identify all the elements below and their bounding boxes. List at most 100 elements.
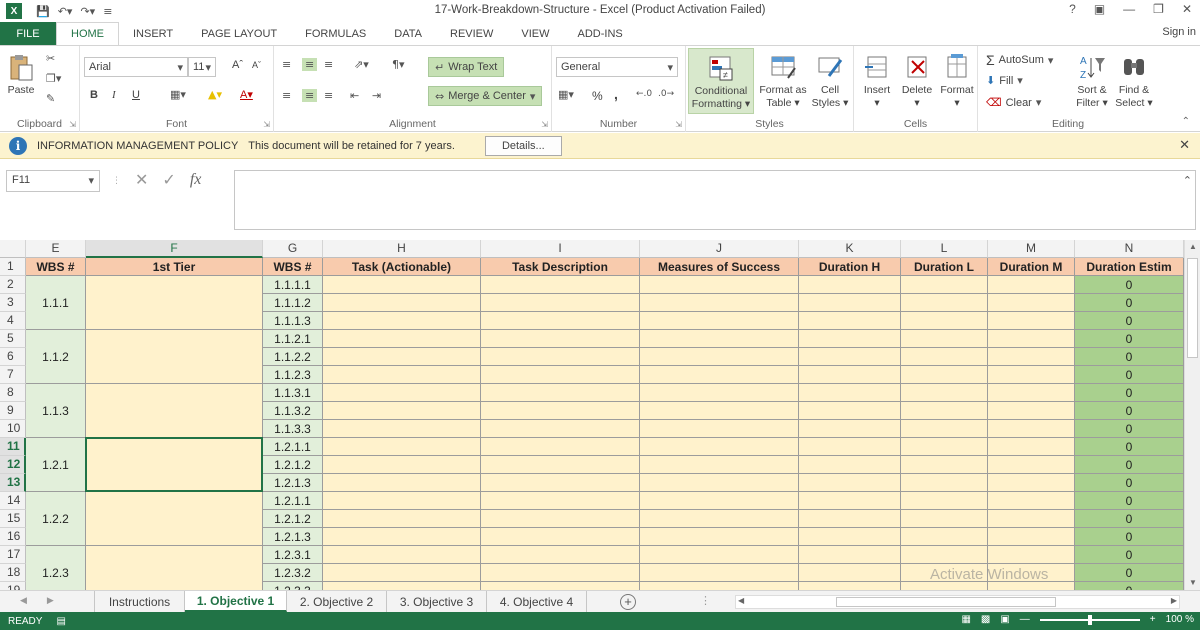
row-header[interactable]: 14 [0,492,26,510]
comma-style-button[interactable]: , [614,86,618,102]
task-cell[interactable] [799,384,901,402]
task-cell[interactable] [481,474,640,492]
task-cell[interactable] [640,456,799,474]
column-header-k[interactable]: K [799,240,901,258]
task-cell[interactable] [640,348,799,366]
row-header[interactable]: 2 [0,276,26,294]
details-button[interactable]: Details... [484,135,562,156]
accounting-format-icon[interactable]: ▦▾ [558,88,574,101]
align-top-icon[interactable]: ≡ [282,58,291,71]
row-header[interactable]: 6 [0,348,26,366]
ribbon-display-icon[interactable]: ▣ [1094,2,1105,16]
select-all-corner[interactable] [0,240,26,258]
task-cell[interactable] [901,582,988,590]
duration-estimate-cell[interactable]: 0 [1075,456,1184,474]
font-size-select[interactable]: 11 ▾ [188,57,216,77]
duration-estimate-cell[interactable]: 0 [1075,582,1184,590]
task-cell[interactable] [323,294,481,312]
row-header[interactable]: 11 [0,438,26,456]
task-cell[interactable] [640,420,799,438]
task-cell[interactable] [323,546,481,564]
first-tier-cell[interactable] [86,384,263,438]
duration-estimate-cell[interactable]: 0 [1075,492,1184,510]
row-header[interactable]: 5 [0,330,26,348]
tab-data[interactable]: DATA [380,22,436,46]
task-cell[interactable] [988,510,1075,528]
task-cell[interactable] [481,492,640,510]
format-painter-icon[interactable]: ✎ [46,92,55,105]
row-header[interactable]: 12 [0,456,26,474]
task-cell[interactable] [323,438,481,456]
task-cell[interactable] [481,420,640,438]
task-cell[interactable] [481,330,640,348]
task-cell[interactable] [323,456,481,474]
wbs-item-cell[interactable]: 1.2.3.3 [263,582,323,590]
task-cell[interactable] [323,276,481,294]
font-launcher-icon[interactable]: ⇲ [263,120,270,129]
merge-center-button[interactable]: ⇔ Merge & Center ▾ [428,86,543,106]
task-cell[interactable] [901,276,988,294]
orientation-icon[interactable]: ⇗▾ [354,58,369,71]
horizontal-scroll-thumb[interactable] [836,597,1056,607]
wbs-item-cell[interactable]: 1.2.1.3 [263,474,323,492]
row-header[interactable]: 17 [0,546,26,564]
task-cell[interactable] [323,474,481,492]
task-cell[interactable] [988,456,1075,474]
task-cell[interactable] [481,402,640,420]
task-cell[interactable] [901,420,988,438]
wbs-item-cell[interactable]: 1.2.1.1 [263,492,323,510]
text-direction-icon[interactable]: ¶▾ [392,58,405,71]
header-cell[interactable]: Duration L [901,258,988,276]
task-cell[interactable] [799,330,901,348]
duration-estimate-cell[interactable]: 0 [1075,474,1184,492]
header-cell[interactable]: Duration Estim [1075,258,1184,276]
wbs-item-cell[interactable]: 1.2.1.2 [263,510,323,528]
tab-review[interactable]: REVIEW [436,22,507,46]
clipboard-launcher-icon[interactable]: ⇲ [69,120,76,129]
task-cell[interactable] [988,492,1075,510]
fill-color-icon[interactable]: ▲▾ [208,88,222,101]
first-tier-cell[interactable] [86,546,263,590]
row-header[interactable]: 15 [0,510,26,528]
column-header-l[interactable]: L [901,240,988,258]
increase-decimal-icon[interactable]: ←.0 [636,89,652,99]
sheet-tab-objective-2[interactable]: 2. Objective 2 [287,591,387,612]
first-tier-cell[interactable] [86,276,263,330]
task-cell[interactable] [901,564,988,582]
duration-estimate-cell[interactable]: 0 [1075,564,1184,582]
task-cell[interactable] [988,348,1075,366]
scroll-left-icon[interactable]: ◀ [738,596,744,605]
cancel-icon[interactable]: ✕ [135,170,148,190]
header-cell[interactable]: Task (Actionable) [323,258,481,276]
duration-estimate-cell[interactable]: 0 [1075,348,1184,366]
task-cell[interactable] [799,402,901,420]
task-cell[interactable] [799,366,901,384]
conditional-formatting-button[interactable]: ≠ Conditional Formatting ▾ [688,48,754,114]
row-header[interactable]: 19 [0,582,26,590]
wrap-text-button[interactable]: ↵ Wrap Text [428,57,505,77]
format-cells-button[interactable]: Format ▾ [938,52,976,110]
task-cell[interactable] [799,348,901,366]
italic-button[interactable]: I [112,89,116,101]
task-cell[interactable] [640,366,799,384]
insert-cells-button[interactable]: Insert ▾ [858,52,896,110]
header-cell[interactable]: WBS # [263,258,323,276]
task-cell[interactable] [901,312,988,330]
task-cell[interactable] [640,510,799,528]
task-cell[interactable] [799,276,901,294]
fill-button[interactable]: ⬇ Fill ▾ [986,74,1023,87]
sheet-tab-objective-4[interactable]: 4. Objective 4 [487,591,587,612]
number-launcher-icon[interactable]: ⇲ [675,120,682,129]
autosum-button[interactable]: Σ AutoSum ▾ [986,52,1053,68]
task-cell[interactable] [988,546,1075,564]
task-cell[interactable] [323,330,481,348]
wbs-item-cell[interactable]: 1.2.1.3 [263,528,323,546]
task-cell[interactable] [988,402,1075,420]
task-cell[interactable] [481,546,640,564]
header-cell[interactable]: 1st Tier [86,258,263,276]
tab-view[interactable]: VIEW [507,22,563,46]
increase-indent-icon[interactable]: ⇥ [372,89,381,102]
alignment-launcher-icon[interactable]: ⇲ [541,120,548,129]
task-cell[interactable] [799,420,901,438]
header-cell[interactable]: Duration H [799,258,901,276]
